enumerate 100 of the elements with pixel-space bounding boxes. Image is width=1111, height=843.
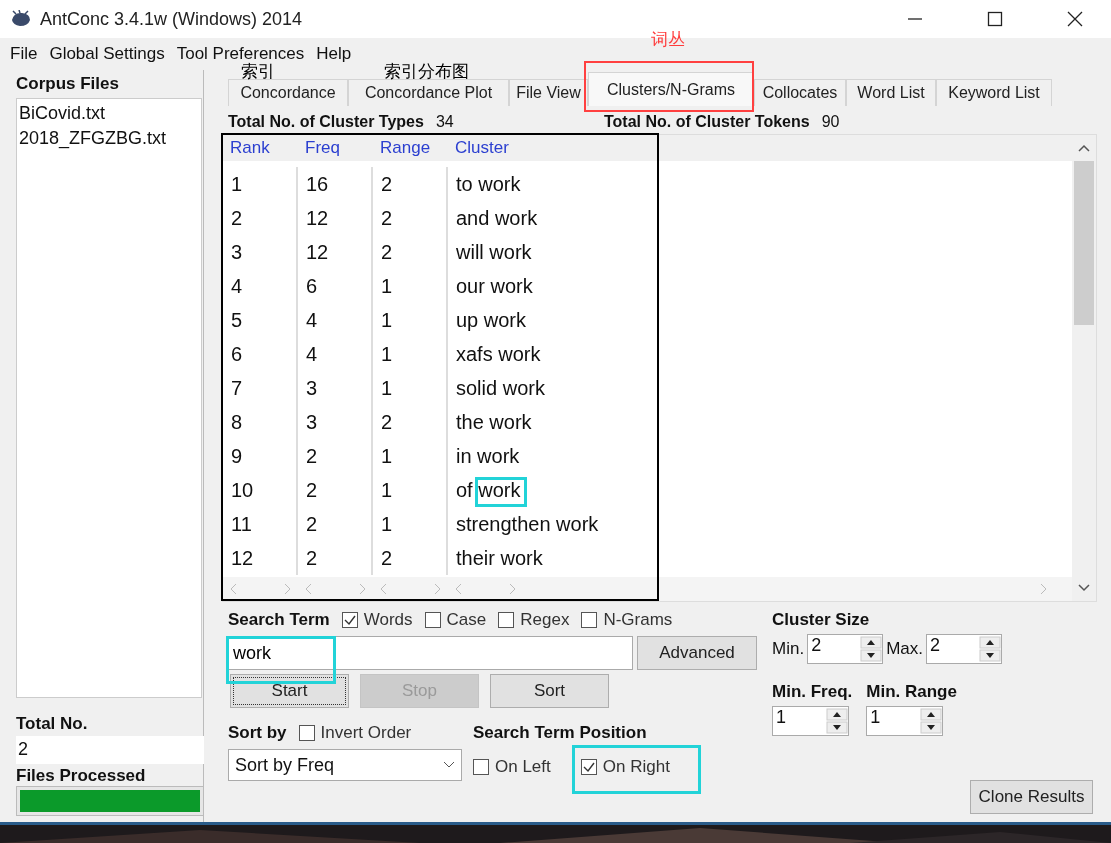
scroll-right-icon[interactable] [432, 583, 442, 595]
table-cell: 2 [373, 167, 448, 201]
stepper-arrows-icon[interactable] [920, 707, 943, 735]
field-label: Max. [886, 639, 923, 659]
table-cell: 8 [223, 405, 298, 439]
section-label: Sort by [228, 723, 287, 743]
table-cell: 1 [373, 371, 448, 405]
action-button[interactable]: Sort [490, 674, 609, 708]
table-cell: 2 [298, 473, 373, 507]
table-cell: 5 [223, 303, 298, 337]
advanced-button[interactable]: Advanced [637, 636, 757, 670]
section-label: Cluster Size [772, 610, 871, 630]
section-label: Total No. [16, 714, 89, 734]
scroll-right-icon[interactable] [282, 583, 292, 595]
table-cell: 2 [373, 201, 448, 235]
table-cell-text: to work [455, 172, 521, 197]
table-cell: 1 [373, 269, 448, 303]
stat-value: 90 [821, 113, 840, 131]
menu-item[interactable]: Help [310, 44, 358, 64]
table-cell: 1 [223, 167, 298, 201]
annotation-label: 词丛 [651, 28, 685, 51]
table-cell: 11 [223, 507, 298, 541]
table-cell: 2 [373, 541, 448, 575]
scroll-right-icon[interactable] [357, 583, 367, 595]
scroll-left-icon[interactable] [229, 583, 239, 595]
section-label: Files Processed [16, 766, 147, 786]
action-button[interactable]: Start [230, 674, 349, 708]
table-cell-text: will work [455, 240, 532, 265]
tab[interactable]: Concordance [228, 79, 348, 106]
table-cell: 2 [298, 439, 373, 473]
spin-field[interactable]: 2 [807, 634, 884, 664]
corpus-entry[interactable]: 2018_ZFGZBG.txt [19, 128, 199, 149]
tab[interactable]: Clusters/N-Grams [588, 72, 754, 106]
table-cell-text: xafs work [455, 342, 541, 367]
option-checkbox[interactable]: On Left [473, 757, 551, 777]
stepper-arrows-icon[interactable] [978, 635, 1001, 663]
spin-field[interactable]: 1 [866, 706, 944, 736]
table-cell: 12 [223, 541, 298, 575]
table-cell: 4 [223, 269, 298, 303]
table-cell-text: solid work [455, 376, 545, 401]
column-header[interactable]: Cluster [448, 138, 523, 158]
table-cell: 3 [223, 235, 298, 269]
table-cell: 4 [298, 337, 373, 371]
scroll-right-icon[interactable] [507, 583, 517, 595]
scroll-right-icon[interactable] [1038, 583, 1048, 595]
table-cell: 3 [298, 371, 373, 405]
chevron-down-icon [443, 761, 455, 769]
field-label: Min. [772, 639, 805, 659]
menu-item[interactable]: Global Settings [43, 44, 171, 64]
section-label: Corpus Files [16, 74, 120, 94]
count-field: 2 [16, 736, 204, 764]
table-cell-text: the work [455, 410, 532, 435]
sort-dropdown[interactable]: Sort by Freq [228, 749, 462, 781]
table-cell: 12 [298, 201, 373, 235]
table-cell-text: in work [455, 444, 520, 469]
option-checkbox[interactable]: Words [341, 610, 413, 630]
column-header[interactable]: Rank [223, 138, 298, 158]
tab[interactable]: Concordance Plot [348, 79, 509, 106]
spin-field[interactable]: 1 [772, 706, 849, 736]
tab[interactable]: Keyword List [936, 79, 1052, 106]
menu-item[interactable]: File [4, 44, 44, 64]
tab[interactable]: Collocates [754, 79, 846, 106]
option-checkbox[interactable]: On Right [580, 757, 670, 777]
table-cell: 6 [298, 269, 373, 303]
table-cell: 10 [223, 473, 298, 507]
table-cell: 2 [223, 201, 298, 235]
option-checkbox[interactable]: Regex [498, 610, 570, 630]
scroll-down-icon[interactable] [1077, 583, 1091, 593]
table-cell: 16 [298, 167, 373, 201]
table-cell: 2 [373, 235, 448, 269]
stepper-arrows-icon[interactable] [860, 635, 883, 663]
column-header[interactable]: Range [373, 138, 448, 158]
table-cell: 3 [298, 405, 373, 439]
scroll-left-icon[interactable] [379, 583, 389, 595]
scroll-left-icon[interactable] [304, 583, 314, 595]
stepper-arrows-icon[interactable] [826, 707, 848, 735]
table-cell: 1 [373, 303, 448, 337]
option-checkbox[interactable]: Invert Order [298, 723, 412, 743]
table-cell: 2 [298, 541, 373, 575]
table-cell: 1 [373, 507, 448, 541]
option-checkbox[interactable]: Case [424, 610, 487, 630]
column-header[interactable]: Freq [298, 138, 373, 158]
search-field[interactable]: work [228, 636, 633, 670]
clone-results-button[interactable]: Clone Results [970, 780, 1093, 814]
tab[interactable]: Word List [846, 79, 936, 106]
scrollbar-thumb[interactable] [1074, 161, 1094, 325]
app-icon [10, 10, 32, 28]
table-cell-text: our work [455, 274, 533, 299]
stat-label: Total No. of Cluster Types [228, 113, 424, 131]
option-checkbox[interactable]: N-Grams [581, 610, 673, 630]
spin-field[interactable]: 2 [925, 634, 1002, 664]
scroll-up-icon[interactable] [1077, 143, 1091, 153]
table-cell-text: of work [455, 478, 521, 503]
section-label: Min. Range [866, 682, 957, 702]
table-cell-text: up work [455, 308, 527, 333]
tab[interactable]: File View [509, 79, 588, 106]
corpus-entry[interactable]: BiCovid.txt [19, 103, 199, 124]
table-cell: 12 [298, 235, 373, 269]
window-title: AntConc 3.4.1w (Windows) 2014 [40, 8, 304, 30]
scroll-left-icon[interactable] [454, 583, 464, 595]
